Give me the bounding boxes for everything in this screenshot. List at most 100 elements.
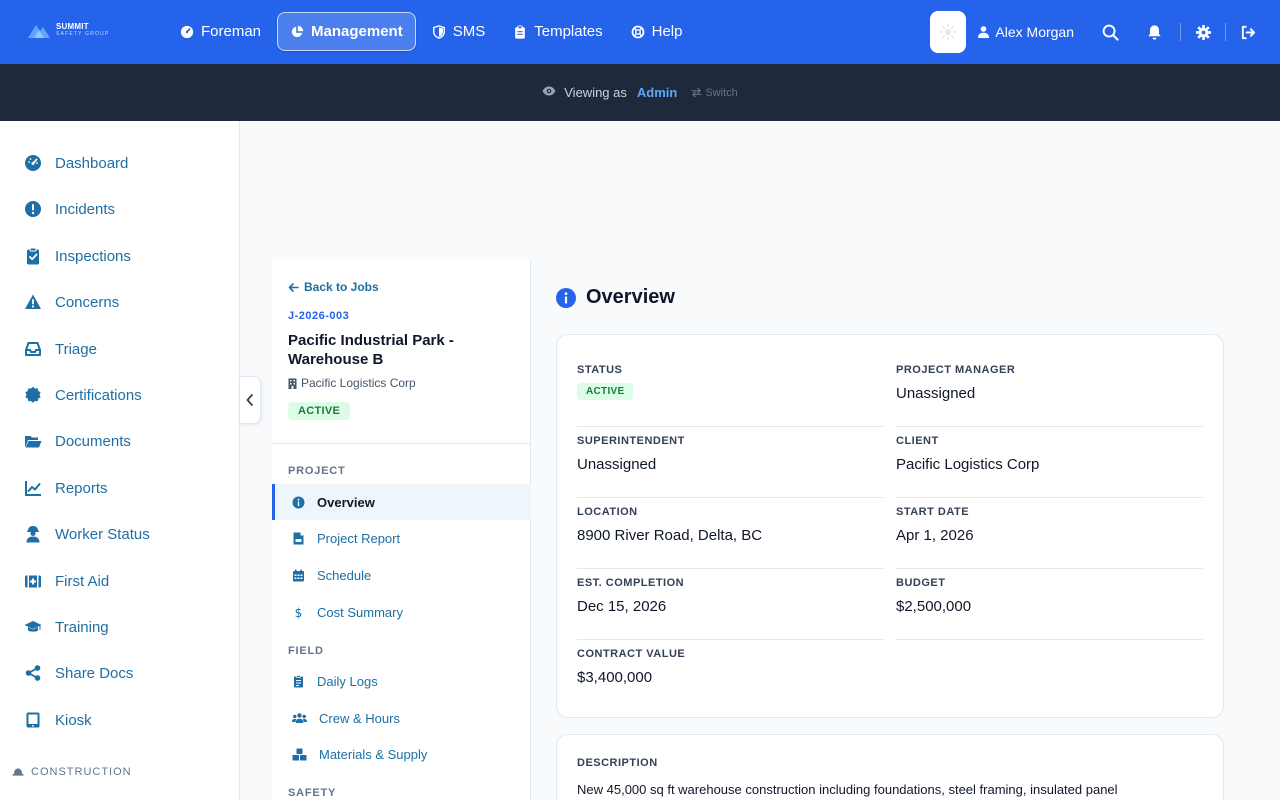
dollar-icon: $ [295, 606, 303, 619]
info-circle-icon [556, 287, 576, 308]
field-value: 8900 River Road, Delta, BC [577, 527, 763, 544]
logout-button[interactable] [1228, 12, 1268, 52]
sidebar-item-training[interactable]: Training [24, 618, 109, 636]
clipboard-list-icon [294, 674, 303, 687]
bell-icon [1147, 24, 1161, 40]
sidebar-section-label: CONSTRUCTION [31, 766, 132, 778]
switch-role-button[interactable]: Switch [691, 86, 738, 99]
job-nav-label: Crew & Hours [319, 710, 400, 726]
tab-foreman[interactable]: Foreman [168, 12, 273, 51]
group-label-project: PROJECT [288, 465, 346, 477]
life-ring-icon [631, 25, 644, 38]
sidebar-section-header: CONSTRUCTION [12, 766, 132, 778]
tab-label: Management [311, 23, 403, 40]
tab-sms[interactable]: SMS [420, 12, 498, 51]
field-value: Apr 1, 2026 [896, 527, 974, 544]
job-nav-cost-summary[interactable]: $ Cost Summary [272, 594, 531, 630]
sidebar-item-label: Incidents [55, 200, 116, 218]
inbox-icon [25, 342, 41, 356]
tab-help[interactable]: Help [619, 12, 695, 51]
search-button[interactable] [1090, 12, 1130, 52]
job-status-badge: ACTIVE [288, 402, 351, 420]
calendar-icon [293, 569, 304, 581]
user-name: Alex Morgan [995, 24, 1074, 40]
navbar-divider [1180, 23, 1181, 41]
divider [272, 443, 531, 444]
group-label-field: FIELD [288, 645, 324, 657]
field-value: $2,500,000 [896, 598, 972, 615]
notifications-button[interactable] [1134, 12, 1174, 52]
sidebar-item-triage[interactable]: Triage [24, 340, 97, 358]
sidebar-item-label: Reports [55, 479, 108, 497]
file-pdf-icon [293, 532, 304, 544]
sidebar-item-label: Triage [55, 340, 97, 358]
overview-details-card: STATUS ACTIVE PROJECT MANAGER Unassigned… [556, 334, 1224, 718]
graduation-cap-icon [24, 621, 42, 632]
field-label: EST. COMPLETION [577, 577, 685, 589]
sidebar-item-kiosk[interactable]: Kiosk [24, 711, 92, 729]
worker-icon [26, 526, 40, 543]
field-value: Unassigned [896, 385, 976, 402]
job-nav-crew-hours[interactable]: Crew & Hours [272, 700, 531, 736]
tab-label: Templates [534, 23, 603, 40]
sidebar-item-label: Share Docs [55, 664, 134, 682]
navbar-divider [1225, 23, 1226, 41]
field-value: Unassigned [577, 456, 657, 473]
sidebar-item-concerns[interactable]: Concerns [24, 293, 119, 311]
sidebar-item-label: Concerns [55, 293, 120, 311]
search-icon [1102, 24, 1119, 41]
sidebar-item-reports[interactable]: Reports [24, 479, 108, 497]
shield-icon [432, 24, 445, 39]
job-nav-label: Materials & Supply [319, 746, 428, 762]
tab-management[interactable]: Management [277, 12, 416, 51]
field-value: Dec 15, 2026 [577, 598, 667, 615]
field-value: $3,400,000 [577, 669, 653, 686]
sidebar-item-label: Kiosk [55, 711, 92, 729]
logout-icon [1241, 25, 1255, 39]
overview-header: Overview [556, 286, 675, 309]
field-value: Pacific Logistics Corp [896, 456, 1040, 473]
status-badge: ACTIVE [577, 383, 634, 400]
gauge-icon [25, 155, 41, 171]
sidebar-item-share-docs[interactable]: Share Docs [24, 664, 133, 682]
sidebar-item-certifications[interactable]: Certifications [24, 386, 142, 404]
sidebar-item-incidents[interactable]: Incidents [24, 200, 115, 218]
user-icon [978, 26, 990, 38]
tab-templates[interactable]: Templates [501, 12, 614, 51]
user-menu[interactable]: Alex Morgan [978, 24, 1074, 40]
field-label: CONTRACT VALUE [577, 648, 686, 660]
brand-logo[interactable]: SUMMIT SAFETY GROUP [28, 22, 109, 38]
line-chart-icon [25, 481, 41, 496]
job-detail-panel: Back to Jobs J-2026-003 Pacific Industri… [272, 259, 531, 800]
field-project-manager: PROJECT MANAGER Unassigned [896, 364, 1203, 427]
job-nav-daily-logs[interactable]: Daily Logs [272, 663, 531, 699]
settings-button[interactable] [1183, 12, 1223, 52]
description-label: DESCRIPTION [577, 757, 658, 769]
job-nav-schedule[interactable]: Schedule [272, 557, 531, 593]
field-label: PROJECT MANAGER [896, 364, 1016, 376]
collapse-sidebar-button[interactable] [240, 376, 261, 424]
tab-label: Help [651, 23, 683, 40]
sidebar-item-label: Inspections [55, 247, 131, 265]
viewing-as-bar: Viewing as Admin Switch [0, 64, 1280, 121]
chart-pie-icon [291, 25, 304, 37]
gear-icon [1195, 24, 1211, 40]
job-nav-project-report[interactable]: Project Report [272, 520, 531, 556]
switch-label: Switch [705, 86, 738, 99]
warning-triangle-icon [25, 294, 41, 309]
job-nav-overview[interactable]: Overview [272, 484, 531, 520]
viewing-as-label: Viewing as [564, 85, 627, 100]
sidebar-item-dashboard[interactable]: Dashboard [24, 154, 128, 172]
description-text: New 45,000 sq ft warehouse construction … [577, 782, 1118, 797]
sidebar-item-inspections[interactable]: Inspections [24, 247, 131, 265]
back-to-jobs-link[interactable]: Back to Jobs [288, 280, 379, 294]
sidebar-item-worker-status[interactable]: Worker Status [24, 525, 150, 543]
sidebar-item-documents[interactable]: Documents [24, 432, 131, 450]
field-label: STATUS [577, 364, 623, 376]
sidebar-item-first-aid[interactable]: First Aid [24, 572, 109, 590]
theme-toggle-button[interactable] [930, 11, 967, 53]
field-label: BUDGET [896, 577, 946, 589]
job-nav-label: Cost Summary [317, 604, 403, 620]
job-nav-materials-supply[interactable]: Materials & Supply [272, 736, 531, 772]
job-nav-label: Schedule [317, 567, 372, 583]
